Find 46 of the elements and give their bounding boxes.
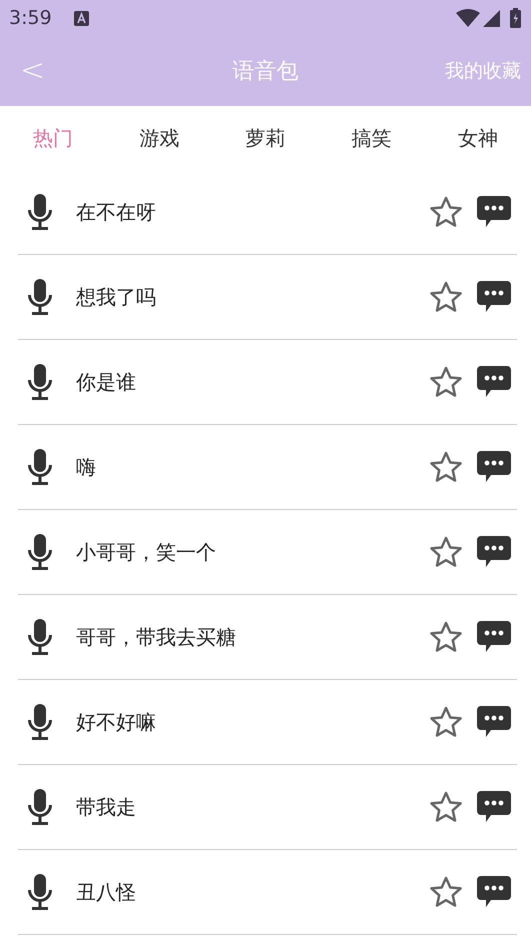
chat-icon[interactable] — [477, 536, 511, 568]
chat-icon[interactable] — [477, 706, 511, 738]
category-tab[interactable]: 搞笑 — [346, 120, 398, 156]
category-tab[interactable]: 萝莉 — [239, 120, 292, 156]
voice-title: 哥哥，带我去买糖 — [76, 624, 237, 650]
microphone-icon[interactable] — [28, 279, 52, 315]
voice-title: 嗨 — [76, 454, 97, 480]
wifi-icon — [456, 9, 480, 27]
voice-title: 想我了吗 — [76, 284, 157, 310]
chat-icon[interactable] — [477, 196, 511, 228]
chat-icon[interactable] — [477, 366, 511, 398]
signal-icon — [483, 10, 500, 26]
voice-title: 好不好嘛 — [76, 708, 157, 736]
voice-title: 丑八怪 — [76, 878, 137, 906]
microphone-icon[interactable] — [28, 449, 52, 485]
chat-icon[interactable] — [477, 791, 511, 823]
chat-icon[interactable] — [477, 281, 511, 313]
chat-icon[interactable] — [477, 451, 511, 483]
microphone-icon[interactable] — [28, 704, 52, 740]
voice-title: 你是谁 — [76, 368, 137, 396]
battery-icon — [510, 8, 521, 28]
microphone-icon[interactable] — [28, 619, 52, 655]
keyboard-icon — [74, 10, 89, 26]
voice-title: 在不在呀 — [76, 198, 157, 226]
star-icon[interactable] — [429, 706, 463, 738]
star-icon[interactable] — [429, 196, 463, 228]
chat-icon[interactable] — [477, 876, 511, 908]
page-title: 语音包 — [232, 58, 300, 86]
voice-title: 带我走 — [76, 794, 137, 820]
chat-icon[interactable] — [477, 621, 511, 653]
category-tab[interactable]: 游戏 — [133, 120, 186, 156]
microphone-icon[interactable] — [28, 534, 52, 570]
microphone-icon[interactable] — [28, 874, 52, 910]
microphone-icon[interactable] — [28, 364, 52, 400]
star-icon[interactable] — [429, 791, 463, 823]
star-icon[interactable] — [429, 366, 463, 398]
star-icon[interactable] — [429, 536, 463, 568]
microphone-icon[interactable] — [28, 789, 52, 825]
microphone-icon[interactable] — [28, 194, 52, 230]
star-icon[interactable] — [429, 451, 463, 483]
star-icon[interactable] — [429, 621, 463, 653]
star-icon[interactable] — [429, 876, 463, 908]
voice-title: 小哥哥，笑一个 — [76, 538, 217, 566]
status-time: 3:59 — [9, 7, 52, 29]
category-tab[interactable]: 女神 — [452, 120, 504, 156]
star-icon[interactable] — [429, 281, 463, 313]
